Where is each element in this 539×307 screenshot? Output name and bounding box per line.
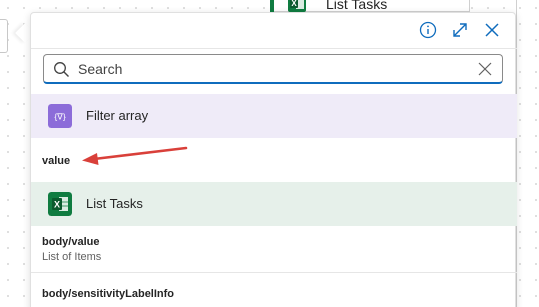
popup-header	[31, 13, 517, 49]
search-icon	[54, 62, 69, 77]
section-header-list-tasks[interactable]: X List Tasks	[31, 182, 517, 226]
item-title: body/value	[42, 236, 100, 248]
svg-text:X: X	[54, 200, 60, 210]
item-subtitle: List of Items	[42, 251, 102, 263]
section-title: Filter array	[86, 108, 149, 123]
filter-array-icon: {∇}	[48, 104, 72, 128]
section-header-filter-array[interactable]: {∇} Filter array	[31, 94, 517, 138]
section-title: List Tasks	[86, 196, 143, 211]
info-icon[interactable]	[418, 20, 438, 40]
search-input[interactable]	[78, 59, 468, 79]
item-title: body/sensitivityLabelInfo	[42, 288, 175, 300]
item-title: value	[42, 155, 71, 167]
left-flow-node[interactable]	[0, 19, 8, 53]
svg-text:X: X	[291, 0, 297, 8]
list-item-body-sensitivitylabelinfo[interactable]: body/sensitivityLabelInfo	[31, 273, 517, 307]
close-icon[interactable]	[482, 20, 502, 40]
expand-icon[interactable]	[450, 20, 470, 40]
clear-search-icon[interactable]	[478, 62, 492, 76]
excel-icon: X	[288, 0, 306, 12]
search-box[interactable]	[43, 54, 503, 84]
list-item-value[interactable]: value	[31, 138, 517, 182]
background-card-title: List Tasks	[326, 0, 388, 12]
list-item-body-value[interactable]: body/value List of Items	[31, 226, 517, 272]
dynamic-content-popup: {∇} Filter array value X List Tasks body…	[30, 12, 517, 307]
excel-icon: X	[48, 192, 72, 216]
svg-text:{∇}: {∇}	[54, 112, 66, 122]
